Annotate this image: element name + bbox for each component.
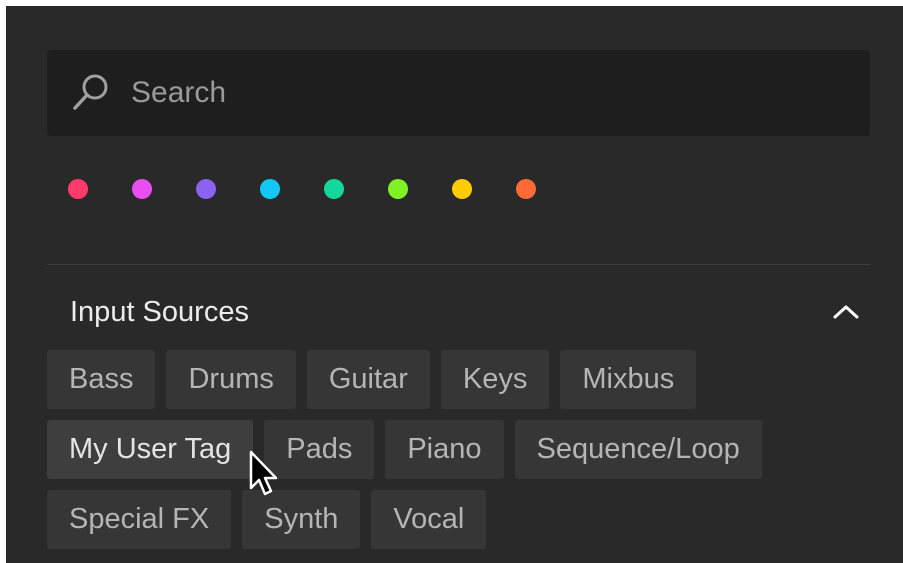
chevron-up-icon[interactable] xyxy=(826,292,866,332)
tag-drums[interactable]: Drums xyxy=(166,350,296,409)
color-dot-red[interactable] xyxy=(68,179,88,199)
tag-row: Bass Drums Guitar Keys Mixbus xyxy=(47,350,870,409)
divider xyxy=(47,264,870,265)
tag-bass[interactable]: Bass xyxy=(47,350,156,409)
tag-pads[interactable]: Pads xyxy=(264,420,375,479)
color-dot-orange[interactable] xyxy=(516,179,536,199)
color-dot-cyan[interactable] xyxy=(260,179,280,199)
tag-my-user-tag[interactable]: My User Tag xyxy=(47,420,254,479)
tag-filter-panel: Input Sources BassDrumsGuitarKeysMixbusM… xyxy=(6,6,903,563)
search-box[interactable] xyxy=(47,50,870,136)
section-header-input-sources[interactable]: Input Sources xyxy=(47,284,870,340)
tag-row: Special FX Synth Vocal xyxy=(47,490,870,549)
color-dot-purple[interactable] xyxy=(196,179,216,199)
color-dot-yellow[interactable] xyxy=(452,179,472,199)
tag-vocal[interactable]: Vocal xyxy=(371,490,487,549)
tag-synth[interactable]: Synth xyxy=(242,490,361,549)
color-dot-magenta[interactable] xyxy=(132,179,152,199)
tag-piano[interactable]: Piano xyxy=(385,420,504,479)
search-icon xyxy=(69,71,113,115)
color-dot-teal[interactable] xyxy=(324,179,344,199)
color-dot-green[interactable] xyxy=(388,179,408,199)
tag-special-fx[interactable]: Special FX xyxy=(47,490,232,549)
tag-mixbus[interactable]: Mixbus xyxy=(560,350,697,409)
search-input[interactable] xyxy=(131,76,731,110)
tag-keys[interactable]: Keys xyxy=(440,350,550,409)
tag-sequence-loop[interactable]: Sequence/Loop xyxy=(514,420,762,479)
section-title: Input Sources xyxy=(70,295,249,328)
tag-list: Bass Drums Guitar Keys Mixbus My User Tag Pads… xyxy=(47,350,870,560)
color-filter-row xyxy=(68,179,536,199)
tag-row: My User Tag Pads Piano Sequence/Loop xyxy=(47,420,870,479)
tag-guitar[interactable]: Guitar xyxy=(306,350,430,409)
